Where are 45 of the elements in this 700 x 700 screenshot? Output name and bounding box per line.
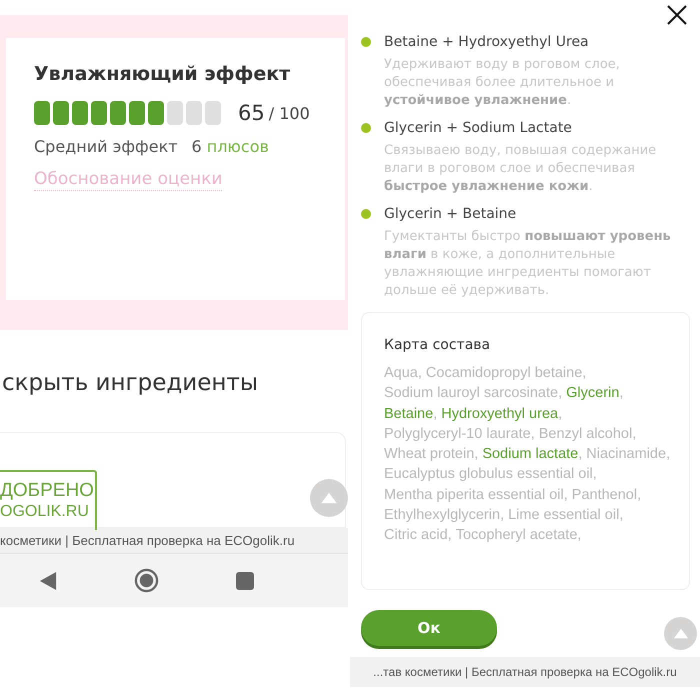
ingredient-name: Sodium lauroyl sarcosinate, — [384, 384, 562, 404]
ingredient-name: Niacinamide, — [586, 445, 670, 464]
ingredient-name: Cocamidopropyl betaine, — [426, 364, 586, 383]
ingredient-name: Citric acid, — [384, 526, 452, 546]
footer-text: косметики | Бесплатная проверка на ECOgolik.ru — [0, 533, 295, 548]
close-icon[interactable] — [666, 4, 688, 26]
home-icon[interactable] — [134, 568, 159, 593]
ingredient-name: Ethylhexylglycerin, — [384, 506, 504, 526]
score-max: / 100 — [268, 104, 310, 122]
bullet-dot-icon — [361, 123, 371, 133]
benefit-description: Удерживают воду в роговом слое, обеспечивая более длительное и устойчивое увлажнение. — [384, 56, 621, 110]
score-value: 65 — [238, 101, 265, 125]
benefit-title: Glycerin + Betaine — [384, 206, 516, 222]
plus-label: плюсов — [206, 137, 269, 156]
ingredient-name: Polyglyceryl-10 laurate, — [384, 424, 535, 444]
bullet-dot-icon — [361, 209, 371, 219]
footer-text: ...тав косметики | Бесплатная проверка на ECOgolik.ru — [373, 665, 677, 679]
ingredient-name: Benzyl alcohol, — [538, 424, 636, 444]
ingredient-name: Glycerin, — [566, 384, 624, 404]
benefit-title: Glycerin + Sodium Lactate — [384, 120, 572, 136]
ok-button[interactable]: Ок — [361, 610, 497, 646]
rating-reason-link[interactable]: Обоснование оценки — [34, 168, 222, 191]
recents-icon[interactable] — [236, 572, 254, 590]
ingredient-name: Tocopheryl acetate, — [456, 526, 582, 546]
ingredient-name: Lime essential oil, — [508, 506, 624, 526]
benefit-title: Betaine + Hydroxyethyl Urea — [384, 34, 589, 50]
section-heading[interactable]: скрыть ингредиенты — [0, 330, 348, 432]
ingredient-name: Panthenol, — [572, 486, 642, 505]
benefit-description: Связываею воду, повышая содержание влаги в роговом слое и обеспечивая быстрое увлажнение кожи. — [384, 142, 658, 196]
ingredient-name: Sodium lactate, — [482, 445, 582, 464]
up-arrow-icon — [320, 492, 338, 504]
ingredient-name: Aqua, — [384, 364, 422, 383]
composition-title: Карта состава — [384, 337, 492, 353]
back-icon[interactable] — [38, 570, 57, 590]
bullet-dot-icon — [361, 37, 371, 47]
ingredient-name: Betaine, — [384, 404, 438, 424]
verdict-text: Средний эффект — [34, 137, 178, 156]
ingredient-name: Wheat protein, — [384, 445, 478, 464]
up-arrow-icon — [672, 628, 688, 638]
plus-count: 6 — [192, 137, 202, 156]
benefit-description: Гумектанты быстро повышают уровень влаги в коже, а дополнительные увлажняющие ингредиенты помогают дольше её удерживать. — [384, 228, 672, 300]
ingredient-name: Mentha piperita essential oil, — [384, 486, 568, 505]
ingredient-name: Eucalyptus globulus essential oil, — [384, 465, 597, 484]
card-title: Увлажняющий эффект — [34, 63, 292, 85]
ingredient-name: Hydroxyethyl urea, — [441, 404, 562, 424]
